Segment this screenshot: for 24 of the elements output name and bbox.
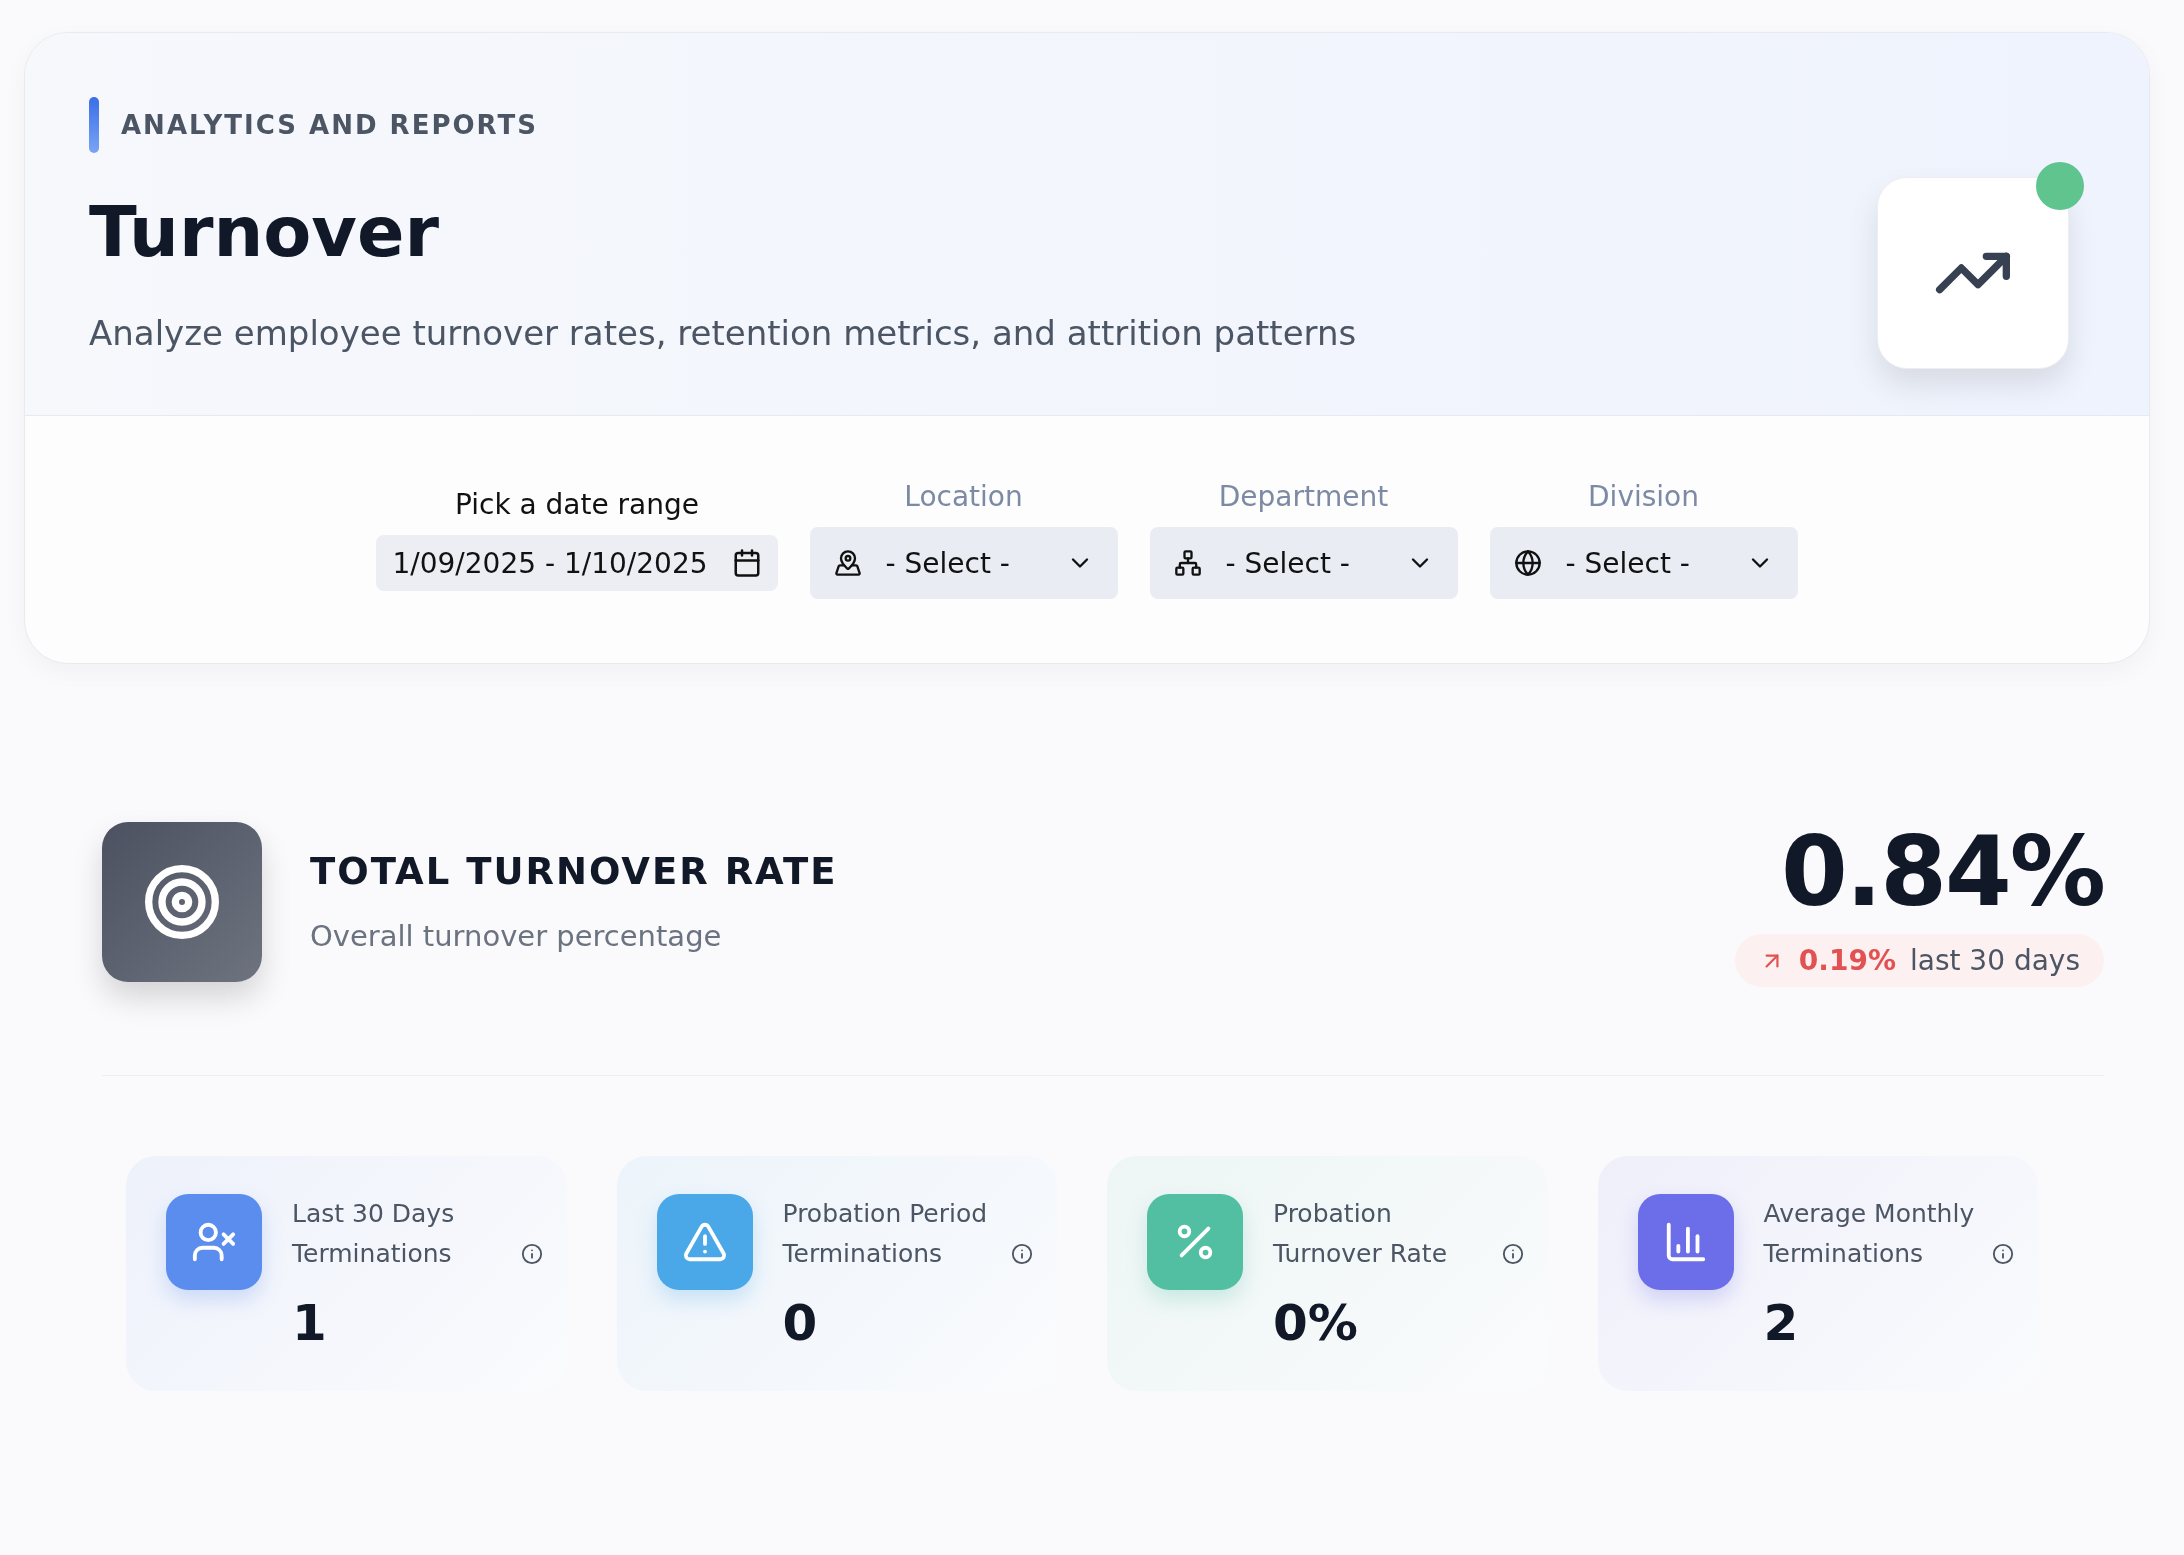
field-label: Location [904, 480, 1023, 513]
select-dropdown[interactable]: - Select - [1489, 527, 1798, 599]
stat-value: 0% [1273, 1294, 1359, 1352]
field-label: Division [1588, 480, 1699, 513]
page-title: Turnover [89, 191, 440, 273]
page-subtitle: Analyze employee turnover rates, retention metrics, and attrition patterns [89, 313, 1357, 353]
section-subtitle: Overall turnover percentage [310, 919, 723, 953]
change-value: 0.19% [1798, 944, 1896, 977]
stat-label: Last 30 Days Terminations [292, 1198, 456, 1270]
turnover-value: 0.84% [1780, 816, 2104, 928]
field-label: Department [1218, 480, 1389, 513]
stat-value: 2 [1763, 1294, 1800, 1352]
date-range-field[interactable]: 1/09/2025 - 1/10/2025 [376, 535, 778, 591]
select-dropdown[interactable]: - Select - [1149, 527, 1458, 599]
section-title: TOTAL TURNOVER RATE [310, 850, 838, 893]
stat-value: 0 [782, 1294, 819, 1352]
stat-label: Average Monthly Terminations [1763, 1198, 1976, 1270]
stat-label: Probation Period Terminations [782, 1198, 989, 1270]
stat-label: Probation Turnover Rate [1273, 1198, 1449, 1270]
eyebrow: ANALYTICS AND REPORTS [121, 110, 538, 140]
change-period: last 30 days [1909, 944, 2080, 977]
stat-value: 1 [292, 1294, 328, 1352]
field-label: Pick a date range [454, 488, 700, 521]
select-dropdown[interactable]: - Select - [809, 527, 1118, 599]
